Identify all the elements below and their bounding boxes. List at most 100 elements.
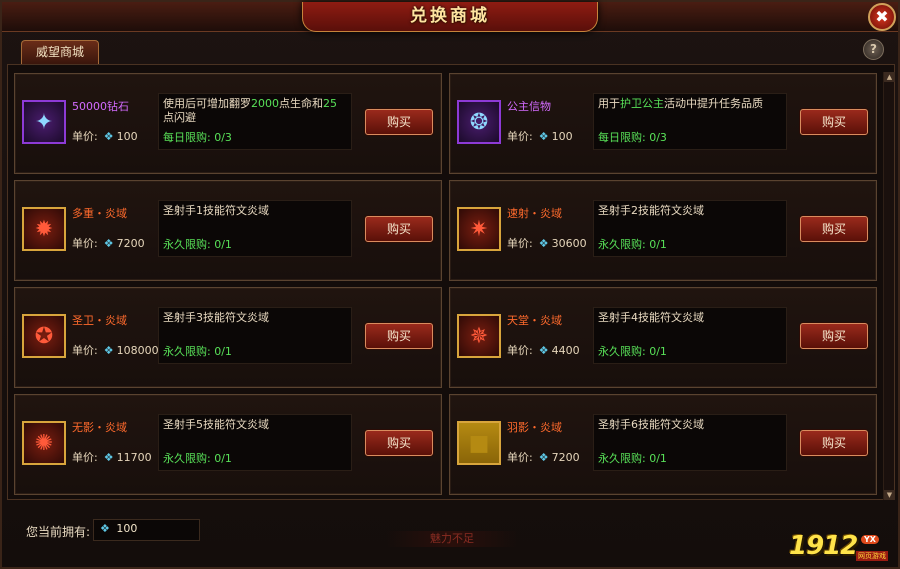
item-icon-frame[interactable]: ■ <box>457 421 501 465</box>
item-price-row: 单价: ❖ 4400 <box>507 342 580 358</box>
item-description-box: 圣射手2技能符文炎域 永久限购: 0/1 <box>593 200 787 257</box>
exchange-shop-window: 兑换商城 ✖ 威望商城 ? ✦ 50000钻石 单价: ❖ 100 使用后可增加翻罗… <box>0 0 900 569</box>
item-price-row: 单价: ❖ 100 <box>507 128 573 144</box>
close-button[interactable]: ✖ <box>868 3 896 31</box>
scroll-down-arrow[interactable]: ▼ <box>884 490 895 500</box>
holyguard-rune-icon: ✪ <box>34 323 54 349</box>
logo-subtitle: 网页游戏 <box>856 551 888 561</box>
princess-token-icon: ❂ <box>469 109 489 135</box>
gem-currency-icon: ❖ <box>538 237 549 250</box>
item-description-text: 圣射手1技能符文炎域 <box>163 204 347 218</box>
buy-button[interactable]: 购买 <box>365 323 433 349</box>
item-description-text: 圣射手3技能符文炎域 <box>163 311 347 325</box>
item-description-text: 圣射手2技能符文炎域 <box>598 204 782 218</box>
price-label: 单价: <box>72 237 98 250</box>
shop-item-card: ✷ 速射・炎域 单价: ❖ 30600 圣射手2技能符文炎域 永久限购: 0/1 购… <box>449 180 877 281</box>
item-icon-frame[interactable]: ✦ <box>22 100 66 144</box>
item-icon-frame[interactable]: ✺ <box>22 421 66 465</box>
item-description-box: 用于护卫公主活动中提升任务品质 每日限购: 0/3 <box>593 93 787 150</box>
shadowless-rune-icon: ✺ <box>34 430 54 456</box>
window-title: 兑换商城 <box>410 6 490 26</box>
item-grid: ✦ 50000钻石 单价: ❖ 100 使用后可增加翻罗2000点生命和25点闪避 … <box>7 64 895 500</box>
purchase-limit: 永久限购: 0/1 <box>598 238 667 251</box>
insufficient-status: 魅力不足 <box>387 531 517 547</box>
item-icon-frame[interactable]: ✵ <box>457 314 501 358</box>
item-desc-part: 用于 <box>598 97 620 110</box>
item-price-row: 单价: ❖ 7200 <box>507 449 580 465</box>
owned-currency-box: ❖ 100 <box>93 519 200 541</box>
item-price-row: 单价: ❖ 11700 <box>72 449 152 465</box>
buy-button[interactable]: 购买 <box>800 216 868 242</box>
gem-currency-icon: ❖ <box>100 522 110 535</box>
item-price: 100 <box>551 130 573 143</box>
item-description-box: 使用后可增加翻罗2000点生命和25 点闪避 每日限购: 0/3 <box>158 93 352 150</box>
owned-currency-label: 您当前拥有: <box>26 525 91 539</box>
item-description-box: 圣射手6技能符文炎域 永久限购: 0/1 <box>593 414 787 471</box>
item-description-text: 圣射手4技能符文炎域 <box>598 311 782 325</box>
item-price-row: 单价: ❖ 100 <box>72 128 138 144</box>
buy-button[interactable]: 购买 <box>365 216 433 242</box>
buy-button[interactable]: 购买 <box>800 109 868 135</box>
gem-currency-icon: ❖ <box>103 451 114 464</box>
buy-button[interactable]: 购买 <box>800 323 868 349</box>
buy-button[interactable]: 购买 <box>800 430 868 456</box>
item-price-row: 单价: ❖ 108000 <box>72 342 159 358</box>
item-description-box: 圣射手3技能符文炎域 永久限购: 0/1 <box>158 307 352 364</box>
item-name: 圣卫・炎域 <box>72 314 127 327</box>
shop-item-card: ✹ 多重・炎域 单价: ❖ 7200 圣射手1技能符文炎域 永久限购: 0/1 购买 <box>14 180 442 281</box>
item-description-text: 使用后可增加翻罗2000点生命和25 点闪避 <box>163 97 347 125</box>
price-label: 单价: <box>507 344 533 357</box>
heaven-rune-icon: ✵ <box>469 323 489 349</box>
purchase-limit: 每日限购: 0/3 <box>598 131 667 144</box>
item-description-text: 用于护卫公主活动中提升任务品质 <box>598 97 782 111</box>
gem-currency-icon: ❖ <box>103 237 114 250</box>
gem-currency-icon: ❖ <box>103 344 114 357</box>
purchase-limit: 永久限购: 0/1 <box>163 238 232 251</box>
item-description-text: 圣射手5技能符文炎域 <box>163 418 347 432</box>
tab-prestige-shop[interactable]: 威望商城 <box>21 40 99 64</box>
site-logo: 1912 YX 网页游戏 <box>789 531 899 567</box>
item-name: 速射・炎域 <box>507 207 562 220</box>
item-icon-frame[interactable]: ✪ <box>22 314 66 358</box>
item-icon-frame[interactable]: ❂ <box>457 100 501 144</box>
item-icon-frame[interactable]: ✷ <box>457 207 501 251</box>
item-desc-part: 活动中提升任务品质 <box>664 97 763 110</box>
owned-currency-value: 100 <box>116 522 138 535</box>
item-name: 天堂・炎域 <box>507 314 562 327</box>
item-price: 7200 <box>551 451 580 464</box>
gem-currency-icon: ❖ <box>538 451 549 464</box>
shop-item-card: ✺ 无影・炎域 单价: ❖ 11700 圣射手5技能符文炎域 永久限购: 0/1 购… <box>14 394 442 495</box>
scroll-up-arrow[interactable]: ▲ <box>884 72 895 82</box>
item-desc-part: 点闪避 <box>163 111 196 124</box>
item-desc-part: 25 <box>323 97 337 110</box>
gem-currency-icon: ❖ <box>538 344 549 357</box>
logo-number: 1912 <box>789 531 858 561</box>
buy-button[interactable]: 购买 <box>365 430 433 456</box>
item-desc-part: 点生命和 <box>279 97 323 110</box>
item-desc: 圣射手6技能符文炎域 <box>598 418 704 431</box>
item-name: 50000钻石 <box>72 100 129 113</box>
price-label: 单价: <box>507 130 533 143</box>
item-price: 7200 <box>116 237 145 250</box>
item-price: 4400 <box>551 344 580 357</box>
shop-item-card: ■ 羽影・炎域 单价: ❖ 7200 圣射手6技能符文炎域 永久限购: 0/1 购买 <box>449 394 877 495</box>
title-plate: 兑换商城 <box>302 2 598 32</box>
logo-badge: YX <box>861 535 879 544</box>
help-button[interactable]: ? <box>863 39 884 60</box>
item-desc: 圣射手1技能符文炎域 <box>163 204 269 217</box>
purchase-limit: 每日限购: 0/3 <box>163 131 232 144</box>
shop-item-card: ❂ 公主信物 单价: ❖ 100 用于护卫公主活动中提升任务品质 每日限购: 0/3… <box>449 73 877 174</box>
item-price-row: 单价: ❖ 30600 <box>507 235 587 251</box>
item-icon-frame[interactable]: ✹ <box>22 207 66 251</box>
featherShadow-rune-icon: ■ <box>468 430 490 456</box>
item-description-box: 圣射手5技能符文炎域 永久限购: 0/1 <box>158 414 352 471</box>
item-desc: 圣射手4技能符文炎域 <box>598 311 704 324</box>
buy-button[interactable]: 购买 <box>365 109 433 135</box>
scrollbar[interactable]: ▲ ▼ <box>883 72 895 500</box>
rapidfire-rune-icon: ✷ <box>469 216 489 242</box>
price-label: 单价: <box>72 344 98 357</box>
diamond-pile-icon: ✦ <box>34 109 54 135</box>
item-name: 公主信物 <box>507 100 551 113</box>
title-bar: 兑换商城 <box>2 2 898 32</box>
item-price: 100 <box>116 130 138 143</box>
